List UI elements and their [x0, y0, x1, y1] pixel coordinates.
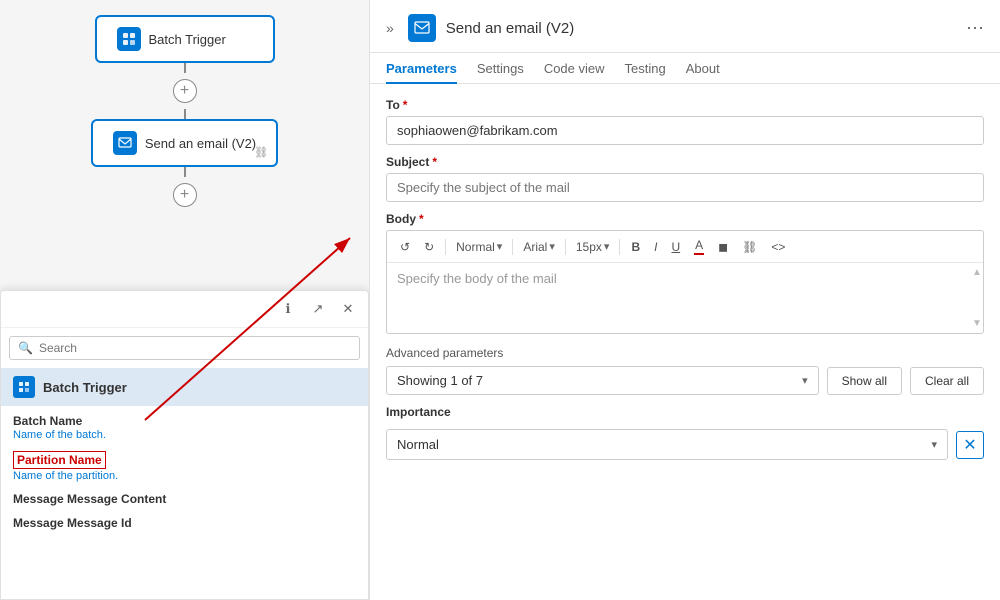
- form-content: To * Subject * Body * ↺ ↻ Normal ▾: [370, 84, 1000, 600]
- bt-header-label: Batch Trigger: [43, 380, 127, 395]
- format-select[interactable]: Normal ▾: [452, 238, 506, 256]
- floating-panel: ℹ ↗ ✕ 🔍 Batch Trigger Batch Name Nam: [0, 290, 369, 600]
- connector-line-2: [184, 109, 186, 119]
- scroll-down-arrow[interactable]: ▼: [972, 318, 982, 329]
- batch-name-desc: Name of the batch.: [13, 429, 356, 441]
- batch-name-item[interactable]: Batch Name Name of the batch.: [13, 414, 356, 441]
- right-panel: » Send an email (V2) ⋯ Parameters Settin…: [370, 0, 1000, 600]
- send-email-icon: [113, 131, 137, 155]
- batch-trigger-header[interactable]: Batch Trigger: [1, 368, 368, 406]
- more-icon[interactable]: ⋯: [966, 18, 984, 39]
- link-btn[interactable]: ⛓: [737, 238, 762, 256]
- batch-trigger-label: Batch Trigger: [149, 32, 226, 47]
- subject-label: Subject *: [386, 155, 984, 169]
- toolbar-divider-2: [512, 239, 513, 255]
- to-input[interactable]: [386, 116, 984, 145]
- link-icon: ⛓: [254, 146, 268, 159]
- tab-code-view[interactable]: Code view: [544, 53, 605, 84]
- message-id-title: Message Message Id: [13, 516, 356, 530]
- bold-btn[interactable]: B: [626, 238, 645, 256]
- partition-name-desc: Name of the partition.: [13, 470, 356, 482]
- email-node-icon: [408, 14, 436, 42]
- close-btn[interactable]: ✕: [336, 297, 360, 321]
- search-icon: 🔍: [18, 341, 33, 355]
- panel-title: Send an email (V2): [446, 20, 956, 37]
- importance-value: Normal: [397, 437, 439, 452]
- show-all-btn[interactable]: Show all: [827, 367, 902, 395]
- connector-line-1: [184, 63, 186, 73]
- toolbar-divider-3: [565, 239, 566, 255]
- editor-body[interactable]: Specify the body of the mail ▲ ▼: [387, 263, 983, 333]
- connector-line-3: [184, 167, 186, 177]
- advanced-params-value: Showing 1 of 7: [397, 373, 483, 388]
- size-label: 15px: [576, 240, 602, 254]
- font-color-btn[interactable]: A: [689, 236, 709, 257]
- redo-btn[interactable]: ↻: [419, 238, 439, 256]
- partition-name-item[interactable]: Partition Name Name of the partition.: [13, 451, 356, 482]
- italic-btn[interactable]: I: [649, 238, 662, 256]
- highlight-btn[interactable]: ◼: [713, 238, 733, 256]
- batch-trigger-node[interactable]: Batch Trigger: [95, 15, 275, 63]
- advanced-params-row: Showing 1 of 7 ▾ Show all Clear all: [386, 366, 984, 395]
- importance-close-btn[interactable]: ✕: [956, 431, 984, 459]
- undo-btn[interactable]: ↺: [395, 238, 415, 256]
- tabs-bar: Parameters Settings Code view Testing Ab…: [370, 53, 1000, 84]
- search-input[interactable]: [39, 341, 351, 355]
- body-editor: ↺ ↻ Normal ▾ Arial ▾ 15px ▾ B: [386, 230, 984, 334]
- subject-input[interactable]: [386, 173, 984, 202]
- right-panel-header: » Send an email (V2) ⋯: [370, 0, 1000, 53]
- editor-scrollbar[interactable]: ▲ ▼: [973, 267, 981, 329]
- add-step-btn-2[interactable]: +: [173, 183, 197, 207]
- batch-name-title: Batch Name: [13, 414, 356, 428]
- floating-panel-header: ℹ ↗ ✕: [1, 291, 368, 328]
- add-step-btn-1[interactable]: +: [173, 79, 197, 103]
- panel-items: Batch Name Name of the batch. Partition …: [1, 406, 368, 548]
- body-label: Body *: [386, 212, 984, 226]
- code-btn[interactable]: <>: [766, 238, 790, 256]
- canvas-panel: Batch Trigger + Send an email (V2) ⛓ + ℹ…: [0, 0, 370, 600]
- workflow-area: Batch Trigger + Send an email (V2) ⛓ +: [0, 0, 369, 233]
- format-label: Normal: [456, 240, 495, 254]
- importance-label: Importance: [386, 405, 984, 419]
- send-email-label: Send an email (V2): [145, 136, 256, 151]
- editor-toolbar: ↺ ↻ Normal ▾ Arial ▾ 15px ▾ B: [387, 231, 983, 263]
- advanced-params-label: Advanced parameters: [386, 346, 984, 360]
- advanced-params-select[interactable]: Showing 1 of 7 ▾: [386, 366, 819, 395]
- underline-btn[interactable]: U: [666, 238, 685, 256]
- size-select[interactable]: 15px ▾: [572, 238, 614, 256]
- toolbar-divider-4: [619, 239, 620, 255]
- send-email-node[interactable]: Send an email (V2) ⛓: [91, 119, 278, 167]
- importance-select[interactable]: Normal ▾: [386, 429, 948, 460]
- to-label: To *: [386, 98, 984, 112]
- font-select[interactable]: Arial ▾: [519, 238, 559, 256]
- advanced-params-section: Advanced parameters Showing 1 of 7 ▾ Sho…: [386, 346, 984, 395]
- importance-row: Normal ▾ ✕: [386, 429, 984, 460]
- bt-icon: [13, 376, 35, 398]
- clear-all-btn[interactable]: Clear all: [910, 367, 984, 395]
- message-id-item[interactable]: Message Message Id: [13, 516, 356, 530]
- tab-parameters[interactable]: Parameters: [386, 53, 457, 84]
- expand-btn[interactable]: ↗: [306, 297, 330, 321]
- format-chevron: ▾: [497, 240, 503, 253]
- tab-about[interactable]: About: [686, 53, 720, 84]
- partition-name-title: Partition Name: [13, 451, 106, 469]
- tab-testing[interactable]: Testing: [625, 53, 666, 84]
- body-placeholder: Specify the body of the mail: [397, 271, 557, 286]
- expand-icon[interactable]: »: [386, 20, 394, 36]
- info-btn[interactable]: ℹ: [276, 297, 300, 321]
- tab-settings[interactable]: Settings: [477, 53, 524, 84]
- scroll-up-arrow[interactable]: ▲: [972, 267, 982, 278]
- size-chevron: ▾: [604, 240, 610, 253]
- message-content-item[interactable]: Message Message Content: [13, 492, 356, 506]
- font-color-icon: A: [694, 238, 704, 255]
- search-box[interactable]: 🔍: [9, 336, 360, 360]
- font-chevron: ▾: [549, 240, 555, 253]
- message-content-title: Message Message Content: [13, 492, 356, 506]
- advanced-params-chevron: ▾: [802, 374, 808, 387]
- font-label: Arial: [523, 240, 547, 254]
- importance-chevron: ▾: [931, 438, 937, 451]
- toolbar-divider-1: [445, 239, 446, 255]
- batch-trigger-icon: [117, 27, 141, 51]
